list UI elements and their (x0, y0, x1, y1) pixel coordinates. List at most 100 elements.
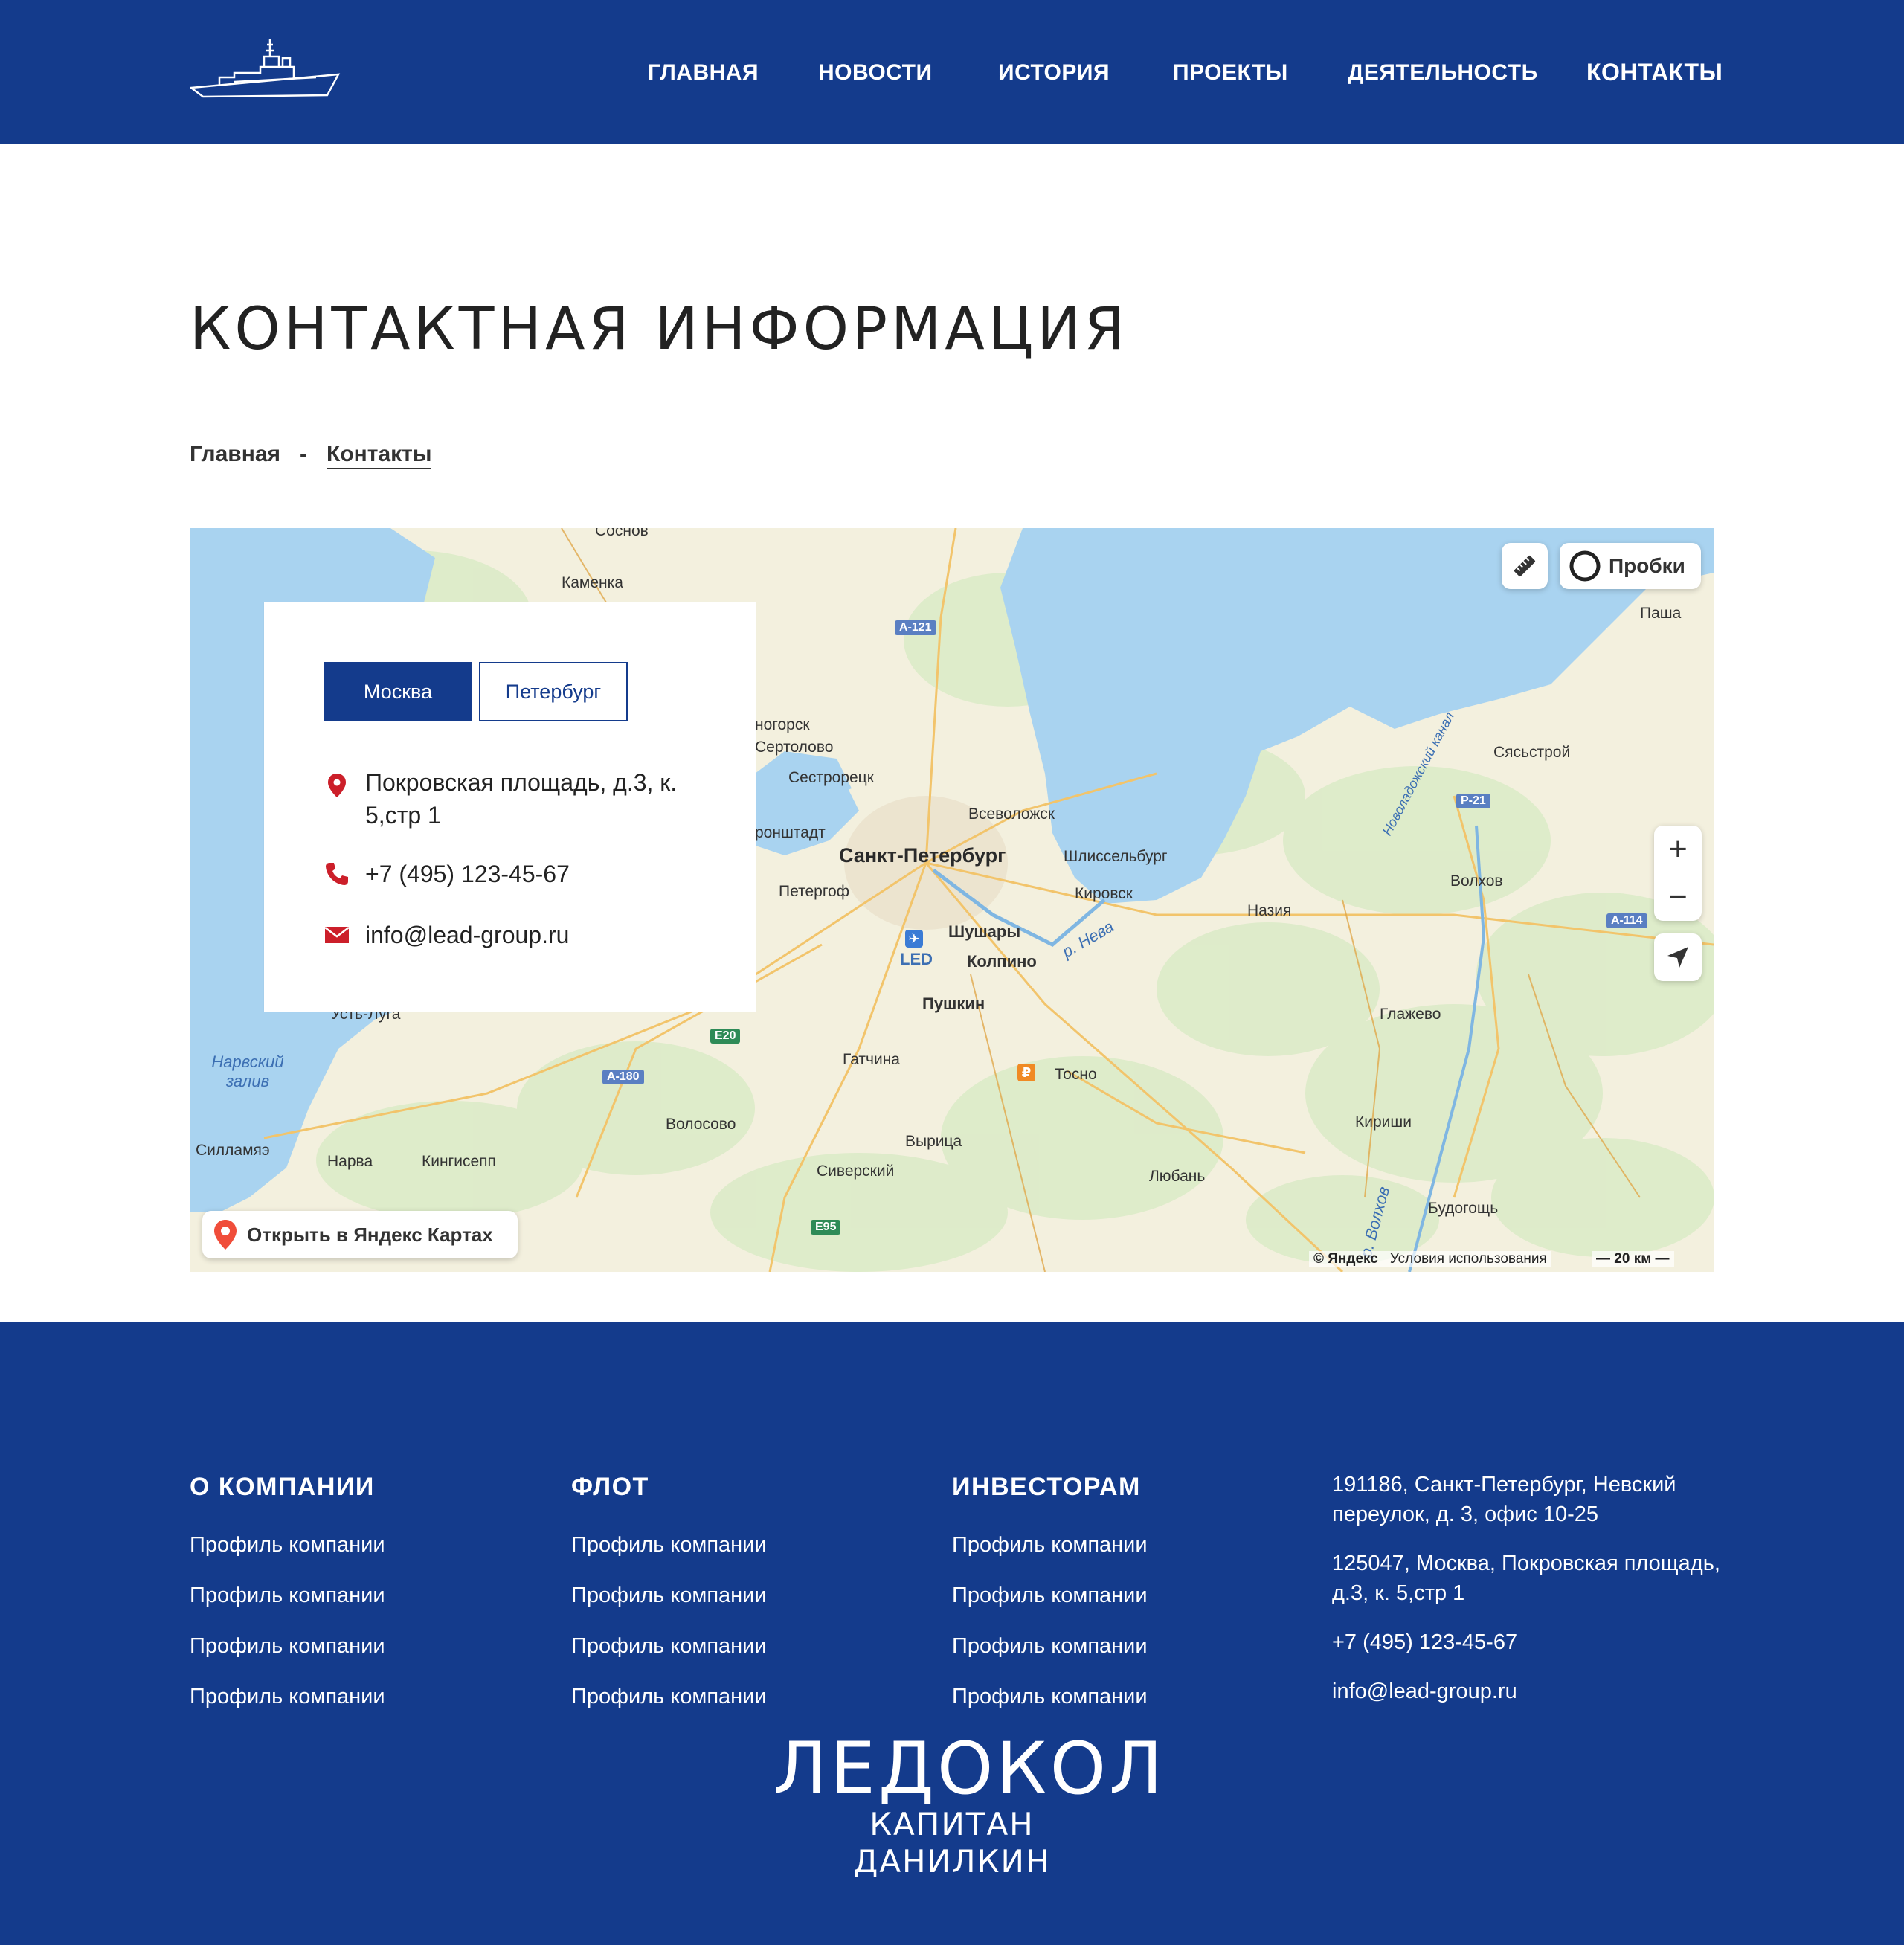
footer-link[interactable]: Профиль компании (952, 1633, 1148, 1659)
footer-column-company: О КОМПАНИИ Профиль компании Профиль комп… (190, 1473, 385, 1734)
footer-spb-address: 191186, Санкт-Петербург, Невский переуло… (1332, 1473, 1676, 1526)
footer-link[interactable]: Профиль компании (952, 1582, 1148, 1609)
zoom-control: + − (1654, 826, 1702, 921)
footer-phone[interactable]: +7 (495) 123-45-67 (1332, 1627, 1734, 1657)
footer-contacts: 191186, Санкт-Петербург, Невский переуло… (1332, 1470, 1734, 1726)
footer-column-title: ИНВЕСТОРАМ (952, 1473, 1141, 1501)
traffic-button[interactable]: Пробки (1560, 543, 1701, 589)
map-label: Шушары (948, 922, 1021, 941)
map-label: Соснов (595, 528, 649, 539)
map-label: Кировск (1075, 885, 1133, 902)
tab-moscow[interactable]: Москва (324, 662, 472, 721)
terms-link[interactable]: Условия использования (1390, 1251, 1547, 1267)
email-icon (324, 927, 350, 943)
yandex-copyright[interactable]: © Яндекс (1313, 1251, 1378, 1267)
map-label: Волосово (666, 1116, 736, 1133)
tab-petersburg[interactable]: Петербург (479, 662, 628, 721)
map-label: Всеволожск (968, 806, 1055, 823)
footer-column-investors: ИНВЕСТОРАМ Профиль компании Профиль комп… (952, 1473, 1148, 1734)
site-footer: О КОМПАНИИ Профиль компании Профиль комп… (0, 1322, 1904, 1945)
map-label: Будогощь (1428, 1200, 1499, 1217)
map-label: Кириши (1355, 1113, 1412, 1131)
footer-link[interactable]: Профиль компании (190, 1582, 385, 1609)
map-label: Силламяэ (196, 1142, 270, 1159)
breadcrumb: Главная - Контакты (190, 440, 432, 469)
footer-column-title: О КОМПАНИИ (190, 1473, 375, 1501)
map-label: Колпино (967, 952, 1037, 971)
footer-link[interactable]: Профиль компании (571, 1582, 767, 1609)
map-label: Назия (1247, 902, 1292, 919)
map-label: Сестрорецк (788, 769, 874, 786)
address-row: Покровская площадь, д.3, к. 5,стр 1 (324, 766, 715, 832)
footer-column-fleet: ФЛОТ Профиль компании Профиль компании П… (571, 1473, 767, 1734)
footer-brand-logo[interactable]: ЛЕДОКОЛ КАПИТАН ДАНИЛКИН (774, 1727, 1166, 1880)
open-in-yandex-button[interactable]: Открыть в Яндекс Картах (202, 1211, 518, 1258)
footer-link[interactable]: Профиль компании (571, 1531, 767, 1558)
map-label: Сясьстрой (1493, 744, 1571, 761)
nav-history[interactable]: ИСТОРИЯ (998, 60, 1110, 86)
map-label: Гатчина (843, 1051, 900, 1068)
map-label: ронштадт (755, 824, 826, 841)
nav-projects[interactable]: ПРОЕКТЫ (1173, 60, 1288, 86)
phone-text[interactable]: +7 (495) 123-45-67 (365, 858, 570, 890)
page-title: КОНТАКТНАЯ ИНФОРМАЦИЯ (190, 296, 1128, 363)
zoom-out-button[interactable]: − (1654, 873, 1702, 921)
email-text[interactable]: info@lead-group.ru (365, 919, 569, 951)
traffic-label: Пробки (1609, 554, 1685, 577)
road-badge: А-180 (602, 1070, 644, 1084)
address-text: Покровская площадь, д.3, к. 5,стр 1 (365, 769, 678, 829)
map-label: Тосно (1055, 1066, 1097, 1083)
footer-link[interactable]: Профиль компании (952, 1683, 1148, 1710)
airport-label: LED (900, 950, 933, 968)
footer-link[interactable]: Профиль компании (190, 1633, 385, 1659)
map-label: Нарва (327, 1153, 373, 1170)
footer-column-title: ФЛОТ (571, 1473, 649, 1501)
location-pin-icon (328, 774, 346, 797)
road-badge: Р-21 (1456, 794, 1490, 808)
nav-activity[interactable]: ДЕЯТЕЛЬНОСТЬ (1348, 60, 1538, 86)
site-header: ГЛАВНАЯ НОВОСТИ ИСТОРИЯ ПРОЕКТЫ ДЕЯТЕЛЬН… (0, 0, 1904, 144)
map-label: Глажево (1380, 1006, 1441, 1023)
map-label: Кингисепп (422, 1153, 496, 1170)
road-badge: А-121 (895, 620, 936, 635)
main-nav: ГЛАВНАЯ НОВОСТИ ИСТОРИЯ ПРОЕКТЫ ДЕЯТЕЛЬН… (0, 0, 1904, 144)
footer-link[interactable]: Профиль компании (571, 1633, 767, 1659)
map-label: Пушкин (922, 994, 985, 1013)
map-copyright: © Яндекс Условия использования (1309, 1251, 1551, 1267)
nav-contacts[interactable]: КОНТАКТЫ (1586, 59, 1723, 86)
nav-home[interactable]: ГЛАВНАЯ (648, 60, 759, 86)
location-arrow-icon (1667, 947, 1688, 968)
map-label: Сиверский (817, 1163, 895, 1180)
ruler-button[interactable] (1502, 543, 1548, 589)
road-badge: А-114 (1606, 913, 1647, 928)
geolocation-button[interactable] (1654, 933, 1702, 981)
email-row: info@lead-group.ru (324, 919, 569, 951)
map-label: Волхов (1450, 872, 1503, 890)
map-label: Вырица (905, 1133, 962, 1150)
map-label: Шлиссельбург (1064, 848, 1168, 865)
map-label: Паша (1640, 605, 1682, 622)
brand-name: ЛЕДОКОЛ (774, 1727, 1166, 1810)
footer-link[interactable]: Профиль компании (571, 1683, 767, 1710)
breadcrumb-home[interactable]: Главная (190, 442, 280, 466)
phone-row: +7 (495) 123-45-67 (324, 858, 570, 890)
map-label: Каменка (562, 574, 623, 591)
breadcrumb-current[interactable]: Контакты (327, 442, 432, 469)
map-label: ногорск (755, 716, 810, 733)
scale-label: 20 км (1614, 1251, 1652, 1267)
footer-link[interactable]: Профиль компании (952, 1531, 1148, 1558)
yandex-pin-icon (214, 1220, 237, 1250)
footer-email[interactable]: info@lead-group.ru (1332, 1676, 1734, 1706)
footer-link[interactable]: Профиль компании (190, 1531, 385, 1558)
map-label: Сертолово (755, 739, 834, 756)
footer-link[interactable]: Профиль компании (190, 1683, 385, 1710)
map-label-water: Нарвский залив (211, 1052, 284, 1090)
map[interactable]: Соснов Каменка Паша Сертолово ногорск Се… (190, 528, 1714, 1272)
footer-msk-address: 125047, Москва, Покровская площадь, д.3,… (1332, 1552, 1720, 1605)
nav-news[interactable]: НОВОСТИ (818, 60, 933, 86)
phone-icon (326, 863, 348, 885)
map-label-city: Санкт-Петербург (839, 844, 1006, 867)
zoom-in-button[interactable]: + (1654, 826, 1702, 873)
open-in-yandex-label: Открыть в Яндекс Картах (247, 1223, 493, 1246)
brand-subtitle: КАПИТАН ДАНИЛКИН (853, 1806, 1051, 1880)
